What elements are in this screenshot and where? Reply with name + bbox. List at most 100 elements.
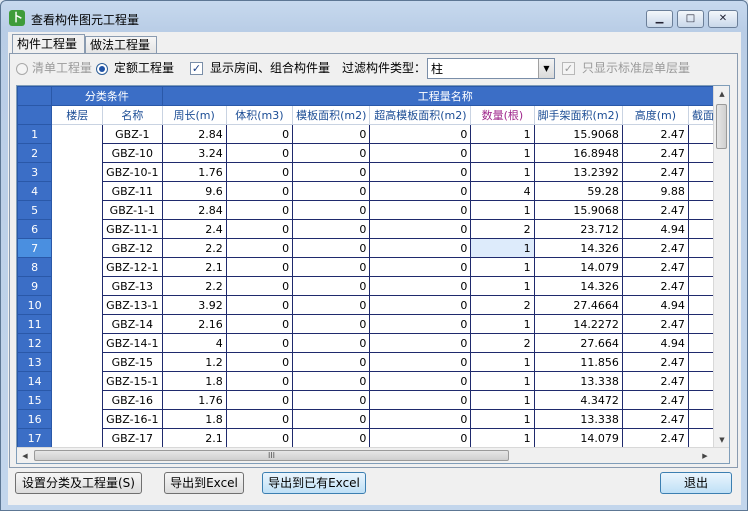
volume-cell[interactable]: 0 <box>225 219 294 239</box>
scaffold-cell[interactable]: 23.712 <box>533 219 623 239</box>
volume-cell[interactable]: 0 <box>225 295 294 315</box>
count-cell[interactable]: 1 <box>470 257 535 277</box>
high-formwork-cell[interactable]: 0 <box>369 428 472 448</box>
column-header[interactable]: 周长(m) <box>161 105 227 125</box>
row-number[interactable]: 8 <box>17 257 53 277</box>
volume-cell[interactable]: 0 <box>225 428 294 448</box>
count-cell[interactable]: 1 <box>470 352 535 372</box>
height-cell[interactable]: 2.47 <box>621 371 689 391</box>
scaffold-cell[interactable]: 13.338 <box>533 409 623 429</box>
height-cell[interactable]: 9.88 <box>621 181 689 201</box>
row-number[interactable]: 16 <box>17 409 53 429</box>
name-cell[interactable]: GBZ-15 <box>102 352 163 372</box>
volume-cell[interactable]: 0 <box>225 162 294 182</box>
height-cell[interactable]: 4.94 <box>621 219 689 239</box>
count-cell[interactable]: 1 <box>470 200 535 220</box>
vertical-scroll-thumb[interactable] <box>716 104 727 149</box>
scaffold-cell[interactable]: 16.8948 <box>533 143 623 163</box>
scroll-right-icon[interactable]: ▶ <box>697 448 713 463</box>
table-row[interactable]: 10 GBZ-13-1 3.92 0 0 0 2 27.4664 4.94 <box>17 295 729 315</box>
floor-cell[interactable] <box>51 371 104 391</box>
scaffold-cell[interactable]: 27.664 <box>533 333 623 353</box>
floor-cell[interactable] <box>51 276 104 296</box>
table-row[interactable]: 17 GBZ-17 2.1 0 0 0 1 14.079 2.47 <box>17 428 729 448</box>
row-number[interactable]: 2 <box>17 143 53 163</box>
scroll-down-icon[interactable]: ▼ <box>714 432 729 448</box>
column-header[interactable]: 楼层 <box>51 105 104 125</box>
column-header[interactable]: 数量(根) <box>470 105 535 125</box>
table-row[interactable]: 15 GBZ-16 1.76 0 0 0 1 4.3472 2.47 <box>17 390 729 410</box>
table-row[interactable]: 16 GBZ-16-1 1.8 0 0 0 1 13.338 2.47 <box>17 409 729 429</box>
formwork-cell[interactable]: 0 <box>292 428 371 448</box>
tab-method-quantity[interactable]: 做法工程量 <box>85 36 157 54</box>
high-formwork-cell[interactable]: 0 <box>369 409 472 429</box>
column-header[interactable]: 名称 <box>102 105 163 125</box>
volume-cell[interactable]: 0 <box>225 276 294 296</box>
table-row[interactable]: 2 GBZ-10 3.24 0 0 0 1 16.8948 2.47 <box>17 143 729 163</box>
count-cell[interactable]: 2 <box>470 333 535 353</box>
perimeter-cell[interactable]: 2.84 <box>161 200 227 220</box>
setup-categories-button[interactable]: 设置分类及工程量(S) <box>15 472 142 494</box>
height-cell[interactable]: 2.47 <box>621 390 689 410</box>
floor-cell[interactable] <box>51 238 104 258</box>
exit-button[interactable]: 退出 <box>660 472 732 494</box>
scaffold-cell[interactable]: 11.856 <box>533 352 623 372</box>
height-cell[interactable]: 2.47 <box>621 257 689 277</box>
row-number[interactable]: 13 <box>17 352 53 372</box>
column-header[interactable]: 体积(m3) <box>225 105 294 125</box>
floor-cell[interactable] <box>51 143 104 163</box>
count-cell[interactable]: 1 <box>470 390 535 410</box>
perimeter-cell[interactable]: 2.1 <box>161 257 227 277</box>
height-cell[interactable]: 2.47 <box>621 428 689 448</box>
height-cell[interactable]: 2.47 <box>621 124 689 144</box>
scaffold-cell[interactable]: 59.28 <box>533 181 623 201</box>
scaffold-cell[interactable]: 15.9068 <box>533 124 623 144</box>
floor-cell[interactable] <box>51 390 104 410</box>
row-number[interactable]: 11 <box>17 314 53 334</box>
high-formwork-cell[interactable]: 0 <box>369 295 472 315</box>
floor-cell[interactable] <box>51 295 104 315</box>
high-formwork-cell[interactable]: 0 <box>369 314 472 334</box>
formwork-cell[interactable]: 0 <box>292 257 371 277</box>
floor-cell[interactable] <box>51 124 104 144</box>
vertical-scrollbar[interactable]: ▲ ▼ <box>713 86 729 448</box>
volume-cell[interactable]: 0 <box>225 352 294 372</box>
export-excel-button[interactable]: 导出到Excel <box>164 472 244 494</box>
column-header[interactable]: 超高模板面积(m2) <box>369 105 472 125</box>
height-cell[interactable]: 2.47 <box>621 238 689 258</box>
formwork-cell[interactable]: 0 <box>292 295 371 315</box>
height-cell[interactable]: 2.47 <box>621 162 689 182</box>
formwork-cell[interactable]: 0 <box>292 181 371 201</box>
show-rooms-checkbox[interactable]: ✓ <box>190 62 203 75</box>
row-number[interactable]: 5 <box>17 200 53 220</box>
row-number[interactable]: 7 <box>17 238 53 258</box>
name-cell[interactable]: GBZ-17 <box>102 428 163 448</box>
floor-cell[interactable] <box>51 352 104 372</box>
name-cell[interactable]: GBZ-1 <box>102 124 163 144</box>
minimize-button[interactable]: ▁ <box>646 10 673 28</box>
volume-cell[interactable]: 0 <box>225 143 294 163</box>
name-cell[interactable]: GBZ-14-1 <box>102 333 163 353</box>
scaffold-cell[interactable]: 14.079 <box>533 257 623 277</box>
height-cell[interactable]: 2.47 <box>621 314 689 334</box>
count-cell[interactable]: 1 <box>470 409 535 429</box>
column-header[interactable]: 模板面积(m2) <box>292 105 371 125</box>
formwork-cell[interactable]: 0 <box>292 390 371 410</box>
maximize-button[interactable]: □ <box>677 10 704 28</box>
scaffold-cell[interactable]: 15.9068 <box>533 200 623 220</box>
floor-cell[interactable] <box>51 219 104 239</box>
formwork-cell[interactable]: 0 <box>292 124 371 144</box>
row-number[interactable]: 6 <box>17 219 53 239</box>
name-cell[interactable]: GBZ-16-1 <box>102 409 163 429</box>
close-button[interactable]: ✕ <box>708 10 738 28</box>
count-cell[interactable]: 4 <box>470 181 535 201</box>
formwork-cell[interactable]: 0 <box>292 276 371 296</box>
table-row[interactable]: 3 GBZ-10-1 1.76 0 0 0 1 13.2392 2.47 <box>17 162 729 182</box>
table-row[interactable]: 4 GBZ-11 9.6 0 0 0 4 59.28 9.88 <box>17 181 729 201</box>
row-number[interactable]: 17 <box>17 428 53 448</box>
high-formwork-cell[interactable]: 0 <box>369 333 472 353</box>
formwork-cell[interactable]: 0 <box>292 219 371 239</box>
horizontal-scroll-thumb[interactable]: III <box>34 450 509 461</box>
high-formwork-cell[interactable]: 0 <box>369 390 472 410</box>
height-cell[interactable]: 2.47 <box>621 409 689 429</box>
